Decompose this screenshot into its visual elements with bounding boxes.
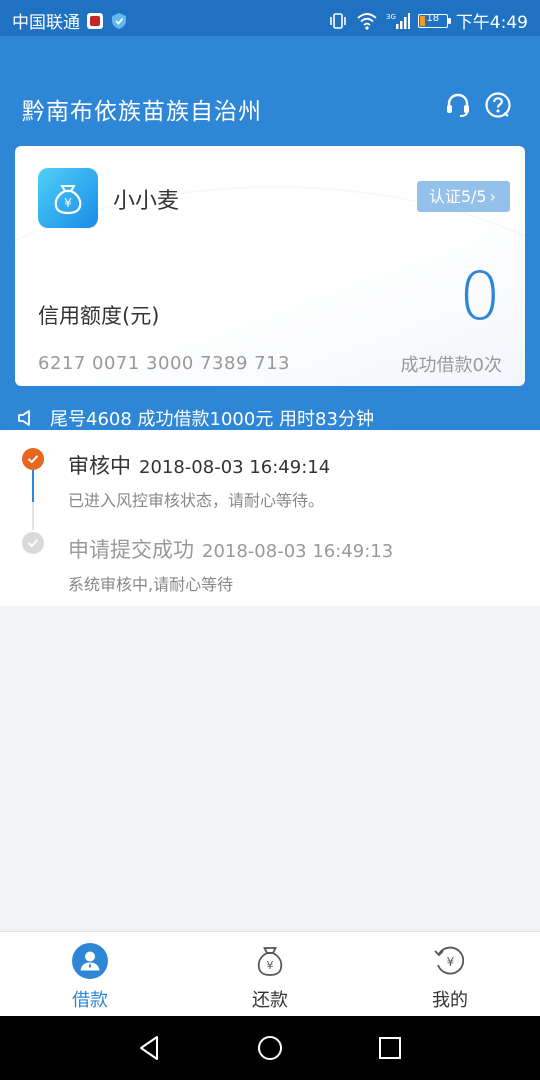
nav-item-repay[interactable]: ¥ 还款 xyxy=(180,932,360,1017)
recents-icon[interactable] xyxy=(376,1034,404,1062)
auth-badge[interactable]: 认证5/5 › xyxy=(416,181,510,212)
headset-icon[interactable] xyxy=(444,91,472,119)
timeline-item-title: 审核中 2018-08-03 16:49:14 xyxy=(68,450,330,480)
notice-text: 尾号4608 成功借款1000元 用时83分钟 xyxy=(50,409,374,430)
money-bag-icon: ¥ xyxy=(54,185,82,215)
home-icon[interactable] xyxy=(256,1034,284,1062)
shield-icon xyxy=(110,12,128,30)
app-logo: ¥ xyxy=(38,168,98,228)
chevron-right-icon: › xyxy=(489,187,496,206)
header: 黔南布依族苗族自治州 ¥ 小小麦 认证5/5 › 信用额度(元) 0 6217 0… xyxy=(0,36,540,430)
svg-text:¥: ¥ xyxy=(447,955,455,969)
timeline-step-desc: 系统审核中,请耐心等待 xyxy=(68,575,234,594)
nav-label: 我的 xyxy=(432,990,468,1011)
notification-app-icon xyxy=(86,12,104,30)
nav-item-mine[interactable]: ¥ 我的 xyxy=(360,932,540,1017)
status-timeline: 审核中 2018-08-03 16:49:14 已进入风控审核状态，请耐心等待。 … xyxy=(0,430,540,606)
timeline-connector-active xyxy=(32,470,34,502)
timeline-step-time: 2018-08-03 16:49:14 xyxy=(139,457,331,478)
money-bag-icon: ¥ xyxy=(251,942,289,980)
signal-icon: 3G xyxy=(386,12,410,30)
back-icon[interactable] xyxy=(136,1034,164,1062)
credit-card[interactable]: ¥ 小小麦 认证5/5 › 信用额度(元) 0 6217 0071 3000 73… xyxy=(15,146,525,386)
page-title: 黔南布依族苗族自治州 xyxy=(22,99,262,125)
status-bar: 中国联通 3G 18 下午4:49 xyxy=(0,0,540,36)
svg-text:¥: ¥ xyxy=(267,959,274,972)
check-icon xyxy=(22,448,44,470)
credit-label: 信用额度(元) xyxy=(38,304,160,328)
credit-value: 0 xyxy=(459,258,501,335)
check-icon xyxy=(22,532,44,554)
nav-label: 还款 xyxy=(252,990,288,1011)
status-time: 下午4:49 xyxy=(455,13,528,33)
battery-icon: 18 xyxy=(417,12,451,28)
timeline-step-label: 申请提交成功 xyxy=(68,538,194,562)
nav-item-borrow[interactable]: 借款 xyxy=(0,932,180,1017)
vibrate-icon xyxy=(328,12,348,30)
timeline-step-desc: 已进入风控审核状态，请耐心等待。 xyxy=(68,491,325,510)
network-type-label: 3G xyxy=(386,13,396,21)
wifi-icon xyxy=(356,12,378,30)
timeline-step-time: 2018-08-03 16:49:13 xyxy=(202,541,394,562)
speaker-icon xyxy=(16,408,36,428)
timeline-item-title: 申请提交成功 2018-08-03 16:49:13 xyxy=(68,534,393,564)
history-icon: ¥ xyxy=(431,942,469,980)
system-nav-bar xyxy=(0,1016,540,1080)
user-icon xyxy=(71,942,109,980)
carrier-name: 中国联通 xyxy=(12,13,80,33)
timeline-step-label: 审核中 xyxy=(68,454,131,478)
auth-badge-label: 认证5/5 xyxy=(428,187,487,206)
app-name: 小小麦 xyxy=(113,189,180,214)
battery-level: 18 xyxy=(426,12,440,24)
nav-label: 借款 xyxy=(72,990,108,1011)
timeline-connector xyxy=(32,502,34,530)
card-number: 6217 0071 3000 7389 713 xyxy=(38,353,290,374)
svg-text:¥: ¥ xyxy=(64,196,72,210)
success-count: 成功借款0次 xyxy=(400,355,502,376)
help-icon[interactable] xyxy=(484,91,512,119)
bottom-nav: 借款 ¥ 还款 ¥ 我的 xyxy=(0,931,540,1016)
